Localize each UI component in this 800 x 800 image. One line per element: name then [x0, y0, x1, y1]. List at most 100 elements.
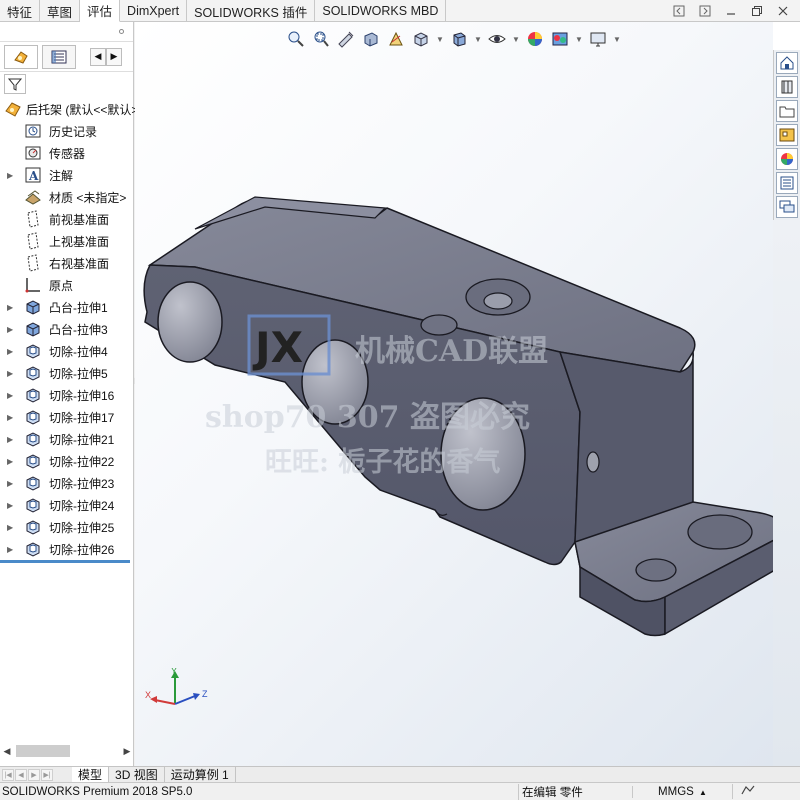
unit-system-selector[interactable]: MMGS ▲: [632, 785, 732, 798]
tab-model[interactable]: 模型: [72, 766, 110, 783]
zoom-to-area-button[interactable]: [310, 28, 332, 50]
expand-arrow-icon[interactable]: ▶: [7, 391, 15, 400]
tab-motion-study[interactable]: 运动算例 1: [165, 766, 236, 783]
quick-tips-button[interactable]: [732, 784, 755, 799]
filter-icon: [8, 78, 22, 91]
expand-arrow-icon[interactable]: ▶: [7, 457, 15, 466]
expand-arrow-icon[interactable]: ▶: [7, 435, 15, 444]
feature-tree-hscroll[interactable]: ◀ ▶: [0, 742, 134, 760]
apply-scene-button[interactable]: [549, 28, 571, 50]
expand-arrow-icon[interactable]: ▶: [7, 325, 15, 334]
scroll-right-icon[interactable]: ▶: [120, 746, 134, 757]
first-tab-icon[interactable]: |◀: [2, 768, 14, 781]
display-style-button[interactable]: [448, 28, 470, 50]
dynamic-annotation-button[interactable]: [385, 28, 407, 50]
rollback-bar[interactable]: [0, 560, 130, 563]
boss-extrude-icon: [24, 320, 42, 338]
tree-item[interactable]: ▶ 切除-拉伸16: [0, 384, 134, 406]
tree-item[interactable]: 前视基准面: [0, 208, 134, 230]
feature-manager-tab[interactable]: [4, 44, 38, 69]
tree-item[interactable]: ▶ 凸台-拉伸1: [0, 296, 134, 318]
view-orientation-caret-icon[interactable]: ▼: [435, 35, 445, 44]
view-settings-caret-icon[interactable]: ▼: [612, 35, 622, 44]
scroll-left-icon[interactable]: ◀: [0, 746, 14, 757]
tree-root-part[interactable]: 后托架 (默认<<默认>_显示状态 1>): [0, 98, 214, 120]
tab-3d-views[interactable]: 3D 视图: [109, 766, 165, 783]
prev-tab-icon[interactable]: ◀: [15, 768, 27, 781]
previous-doc-icon[interactable]: [670, 3, 688, 19]
last-tab-icon[interactable]: ▶|: [41, 768, 53, 781]
edit-appearance-button[interactable]: [524, 28, 546, 50]
forum-button[interactable]: [776, 196, 798, 218]
hide-show-items-button[interactable]: [486, 28, 508, 50]
tree-item[interactable]: 原点: [0, 274, 134, 296]
tree-item[interactable]: 材质 <未指定>: [0, 186, 134, 208]
next-doc-icon[interactable]: [696, 3, 714, 19]
tree-item[interactable]: ▶ 切除-拉伸21: [0, 428, 134, 450]
expand-arrow-icon[interactable]: ▶: [7, 501, 15, 510]
task-pane-tabs: [773, 50, 800, 220]
tree-item[interactable]: ▶ 切除-拉伸5: [0, 362, 134, 384]
tree-item[interactable]: 历史记录: [0, 120, 134, 142]
hide-show-caret-icon[interactable]: ▼: [511, 35, 521, 44]
minimize-icon[interactable]: [722, 3, 740, 19]
tree-item[interactable]: ▶ 切除-拉伸26: [0, 538, 134, 560]
solidworks-resources-button[interactable]: [776, 52, 798, 74]
expand-arrow-icon[interactable]: ▶: [7, 369, 15, 378]
panel-grip[interactable]: [0, 22, 133, 42]
next-tab-icon[interactable]: ▶: [28, 768, 40, 781]
tab-features[interactable]: 特征: [0, 0, 41, 22]
scroll-thumb[interactable]: [16, 745, 70, 757]
tree-item-label: 历史记录: [49, 124, 98, 139]
tab-scroll-left-icon[interactable]: ◀: [90, 47, 106, 66]
tab-scroll-right-icon[interactable]: ▶: [106, 47, 122, 66]
property-manager-tab[interactable]: [42, 44, 76, 69]
tree-item[interactable]: 右视基准面: [0, 252, 134, 274]
forum-icon: [779, 200, 795, 213]
tab-dimxpert[interactable]: DimXpert: [120, 0, 188, 22]
expand-arrow-icon[interactable]: ▶: [7, 347, 15, 356]
zoom-to-fit-button[interactable]: [285, 28, 307, 50]
close-icon[interactable]: [774, 3, 792, 19]
custom-properties-icon: [780, 176, 794, 190]
display-style-caret-icon[interactable]: ▼: [473, 35, 483, 44]
tree-item[interactable]: ▶ 切除-拉伸23: [0, 472, 134, 494]
tab-sketch[interactable]: 草图: [40, 0, 81, 22]
tree-item[interactable]: ▶ 凸台-拉伸3: [0, 318, 134, 340]
expand-arrow-icon[interactable]: ▶: [7, 479, 15, 488]
expand-arrow-icon[interactable]: ▶: [7, 303, 15, 312]
view-palette-button[interactable]: [776, 124, 798, 146]
tree-item[interactable]: ▶ 切除-拉伸4: [0, 340, 134, 362]
expand-arrow-icon[interactable]: ▶: [7, 171, 15, 180]
tree-item[interactable]: ▶ 切除-拉伸24: [0, 494, 134, 516]
tree-item[interactable]: ▶ A 注解: [0, 164, 134, 186]
tree-item[interactable]: 传感器: [0, 142, 134, 164]
panel-pin-icon[interactable]: [119, 29, 124, 34]
appearances-button[interactable]: [776, 148, 798, 170]
tree-item[interactable]: ▶ 切除-拉伸17: [0, 406, 134, 428]
tab-evaluate[interactable]: 评估: [80, 0, 121, 22]
section-view-button[interactable]: [360, 28, 382, 50]
tab-solidworks-addins[interactable]: SOLIDWORKS 插件: [187, 0, 316, 22]
tree-item[interactable]: ▶ 切除-拉伸25: [0, 516, 134, 538]
previous-view-button[interactable]: [335, 28, 357, 50]
design-library-button[interactable]: [776, 76, 798, 98]
view-settings-button[interactable]: [587, 28, 609, 50]
cut-extrude-icon: [24, 386, 42, 404]
view-orientation-button[interactable]: [410, 28, 432, 50]
expand-arrow-icon[interactable]: ▶: [7, 545, 15, 554]
custom-properties-button[interactable]: [776, 172, 798, 194]
expand-arrow-icon[interactable]: ▶: [7, 413, 15, 422]
filter-button[interactable]: [4, 74, 26, 94]
watermark-line2: shop70 307 盗图必究: [205, 400, 530, 435]
tree-item[interactable]: ▶ 切除-拉伸22: [0, 450, 134, 472]
graphics-area[interactable]: JX 机械CAD联盟 shop70 307 盗图必究 旺旺: 栀子花的香气 ▼ …: [135, 22, 773, 766]
tree-item[interactable]: 上视基准面: [0, 230, 134, 252]
restore-icon[interactable]: [748, 3, 766, 19]
svg-text:Y: Y: [171, 668, 177, 676]
tab-solidworks-mbd[interactable]: SOLIDWORKS MBD: [315, 0, 447, 22]
scene-caret-icon[interactable]: ▼: [574, 35, 584, 44]
svg-text:JX: JX: [252, 323, 303, 372]
file-explorer-button[interactable]: [776, 100, 798, 122]
expand-arrow-icon[interactable]: ▶: [7, 523, 15, 532]
